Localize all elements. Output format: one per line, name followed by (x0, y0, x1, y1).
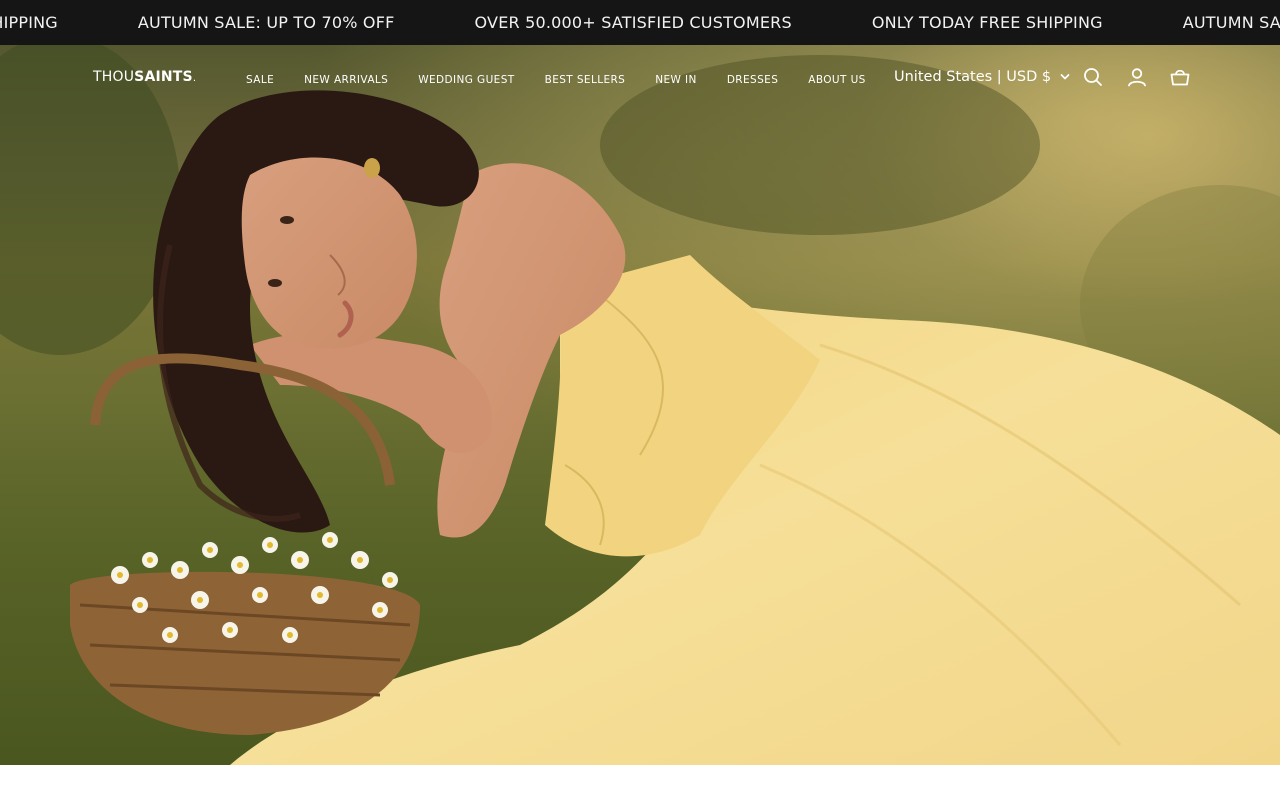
search-button[interactable] (1082, 66, 1104, 88)
search-icon (1084, 68, 1102, 86)
site-header: THOUSAINTS. SALE NEW ARRIVALS WEDDING GU… (0, 45, 1280, 111)
nav-item-best-sellers[interactable]: BEST SELLERS (545, 74, 626, 86)
nav-item-new-in[interactable]: NEW IN (655, 74, 697, 86)
locale-selector[interactable]: United States | USD $ (894, 69, 1070, 85)
cart-button[interactable] (1169, 66, 1191, 88)
hero-banner[interactable] (0, 45, 1280, 765)
account-button[interactable] (1126, 66, 1148, 88)
nav-item-new-arrivals[interactable]: NEW ARRIVALS (304, 74, 388, 86)
announcement-item: OVER 50.000+ SATISFIED CUSTOMERS (474, 13, 792, 32)
announcement-bar: SHIPPING AUTUMN SALE: UP TO 70% OFF OVER… (0, 0, 1280, 45)
nav-item-about-us[interactable]: ABOUT US (808, 74, 865, 86)
chevron-down-icon (1060, 74, 1070, 80)
logo-text-bold: SAINTS (134, 69, 193, 85)
announcement-item: AUTUMN SALE: UP TO 70% OFF (1182, 13, 1280, 32)
announcement-item: ONLY TODAY FREE SHIPPING (871, 13, 1103, 32)
main-nav: SALE NEW ARRIVALS WEDDING GUEST BEST SEL… (246, 74, 896, 86)
announcement-item: SHIPPING (0, 13, 58, 32)
nav-item-wedding-guest[interactable]: WEDDING GUEST (418, 74, 514, 86)
hero-photo (0, 45, 1280, 765)
announcement-track: SHIPPING AUTUMN SALE: UP TO 70% OFF OVER… (0, 0, 1280, 45)
cart-icon (1170, 69, 1190, 86)
account-icon (1128, 68, 1146, 87)
logo-text-light: THOU (93, 69, 135, 85)
page-content-start (0, 765, 1280, 800)
brand-logo[interactable]: THOUSAINTS. (93, 69, 196, 85)
announcement-item: AUTUMN SALE: UP TO 70% OFF (137, 13, 395, 32)
nav-item-dresses[interactable]: DRESSES (727, 74, 778, 86)
logo-dot: . (192, 73, 197, 84)
nav-item-sale[interactable]: SALE (246, 74, 274, 86)
locale-label: United States | USD $ (894, 69, 1052, 85)
